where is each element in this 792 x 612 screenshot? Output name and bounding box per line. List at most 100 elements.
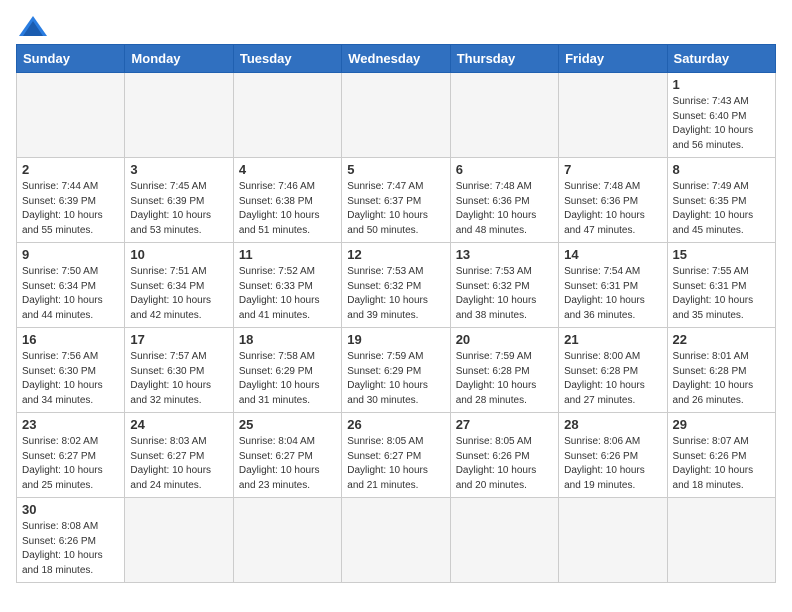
day-number: 8	[673, 162, 770, 177]
calendar-cell: 27Sunrise: 8:05 AM Sunset: 6:26 PM Dayli…	[450, 413, 558, 498]
day-info: Sunrise: 7:59 AM Sunset: 6:28 PM Dayligh…	[456, 350, 553, 408]
calendar-header-saturday: Saturday	[667, 45, 775, 73]
day-number: 16	[22, 332, 119, 347]
day-info: Sunrise: 7:53 AM Sunset: 6:32 PM Dayligh…	[456, 265, 553, 323]
page-header	[16, 16, 776, 36]
day-info: Sunrise: 7:49 AM Sunset: 6:35 PM Dayligh…	[673, 180, 770, 238]
calendar-cell: 30 Sunrise: 8:08 AM Sunset: 6:26 PM Dayli…	[17, 498, 125, 583]
calendar-cell: 19 Sunrise: 7:59 AM Sunset: 6:29 PM Dayli…	[342, 328, 450, 413]
day-number: 4	[239, 162, 336, 177]
day-number: 11	[239, 247, 336, 262]
calendar-week-row: 9 Sunrise: 7:50 AM Sunset: 6:34 PM Daylig…	[17, 243, 776, 328]
day-info: Sunrise: 7:50 AM Sunset: 6:34 PM Dayligh…	[22, 265, 119, 323]
calendar-cell: 2 Sunrise: 7:44 AM Sunset: 6:39 PM Daylig…	[17, 158, 125, 243]
day-number: 7	[564, 162, 661, 177]
calendar-cell: 23 Sunrise: 8:02 AM Sunset: 6:27 PM Dayli…	[17, 413, 125, 498]
day-number: 25	[239, 417, 336, 432]
calendar-cell: 17Sunrise: 7:57 AM Sunset: 6:30 PM Dayli…	[125, 328, 233, 413]
calendar-week-row: 2 Sunrise: 7:44 AM Sunset: 6:39 PM Daylig…	[17, 158, 776, 243]
calendar-cell: 12 Sunrise: 7:53 AM Sunset: 6:32 PM Dayli…	[342, 243, 450, 328]
calendar-week-row: 1 Sunrise: 7:43 AM Sunset: 6:40 PM Daylig…	[17, 73, 776, 158]
calendar-cell	[125, 73, 233, 158]
calendar-cell	[233, 73, 341, 158]
calendar-cell: 11Sunrise: 7:52 AM Sunset: 6:33 PM Dayli…	[233, 243, 341, 328]
calendar-week-row: 30 Sunrise: 8:08 AM Sunset: 6:26 PM Dayli…	[17, 498, 776, 583]
calendar-cell: 21Sunrise: 8:00 AM Sunset: 6:28 PM Dayli…	[559, 328, 667, 413]
day-info: Sunrise: 8:08 AM Sunset: 6:26 PM Dayligh…	[22, 520, 119, 578]
day-info: Sunrise: 8:05 AM Sunset: 6:27 PM Dayligh…	[347, 435, 444, 493]
calendar-header-friday: Friday	[559, 45, 667, 73]
calendar-cell: 7 Sunrise: 7:48 AM Sunset: 6:36 PM Daylig…	[559, 158, 667, 243]
logo-icon	[19, 16, 47, 36]
day-info: Sunrise: 7:59 AM Sunset: 6:29 PM Dayligh…	[347, 350, 444, 408]
calendar-header-monday: Monday	[125, 45, 233, 73]
day-info: Sunrise: 8:02 AM Sunset: 6:27 PM Dayligh…	[22, 435, 119, 493]
day-number: 9	[22, 247, 119, 262]
day-number: 5	[347, 162, 444, 177]
day-number: 19	[347, 332, 444, 347]
day-info: Sunrise: 7:57 AM Sunset: 6:30 PM Dayligh…	[130, 350, 227, 408]
day-number: 12	[347, 247, 444, 262]
day-info: Sunrise: 7:43 AM Sunset: 6:40 PM Dayligh…	[673, 95, 770, 153]
day-info: Sunrise: 7:56 AM Sunset: 6:30 PM Dayligh…	[22, 350, 119, 408]
day-number: 30	[22, 502, 119, 517]
calendar-cell: 10Sunrise: 7:51 AM Sunset: 6:34 PM Dayli…	[125, 243, 233, 328]
day-number: 29	[673, 417, 770, 432]
day-info: Sunrise: 7:45 AM Sunset: 6:39 PM Dayligh…	[130, 180, 227, 238]
calendar-cell	[342, 73, 450, 158]
day-number: 20	[456, 332, 553, 347]
calendar-cell: 18 Sunrise: 7:58 AM Sunset: 6:29 PM Dayli…	[233, 328, 341, 413]
calendar-cell: 1 Sunrise: 7:43 AM Sunset: 6:40 PM Daylig…	[667, 73, 775, 158]
calendar-cell	[667, 498, 775, 583]
day-info: Sunrise: 8:03 AM Sunset: 6:27 PM Dayligh…	[130, 435, 227, 493]
day-info: Sunrise: 8:06 AM Sunset: 6:26 PM Dayligh…	[564, 435, 661, 493]
calendar-cell: 22 Sunrise: 8:01 AM Sunset: 6:28 PM Dayli…	[667, 328, 775, 413]
calendar-cell: 8 Sunrise: 7:49 AM Sunset: 6:35 PM Daylig…	[667, 158, 775, 243]
calendar-cell	[450, 73, 558, 158]
day-number: 15	[673, 247, 770, 262]
calendar-cell: 5Sunrise: 7:47 AM Sunset: 6:37 PM Daylig…	[342, 158, 450, 243]
day-info: Sunrise: 8:01 AM Sunset: 6:28 PM Dayligh…	[673, 350, 770, 408]
calendar-cell	[342, 498, 450, 583]
calendar-cell	[125, 498, 233, 583]
day-number: 24	[130, 417, 227, 432]
calendar-header-row: SundayMondayTuesdayWednesdayThursdayFrid…	[17, 45, 776, 73]
day-number: 21	[564, 332, 661, 347]
calendar-header-thursday: Thursday	[450, 45, 558, 73]
day-number: 13	[456, 247, 553, 262]
calendar-cell	[559, 498, 667, 583]
day-number: 3	[130, 162, 227, 177]
day-info: Sunrise: 7:51 AM Sunset: 6:34 PM Dayligh…	[130, 265, 227, 323]
day-number: 23	[22, 417, 119, 432]
day-info: Sunrise: 7:44 AM Sunset: 6:39 PM Dayligh…	[22, 180, 119, 238]
day-number: 26	[347, 417, 444, 432]
calendar-cell	[559, 73, 667, 158]
day-number: 22	[673, 332, 770, 347]
calendar-cell: 26 Sunrise: 8:05 AM Sunset: 6:27 PM Dayli…	[342, 413, 450, 498]
day-info: Sunrise: 8:05 AM Sunset: 6:26 PM Dayligh…	[456, 435, 553, 493]
calendar-table: SundayMondayTuesdayWednesdayThursdayFrid…	[16, 44, 776, 583]
day-number: 6	[456, 162, 553, 177]
calendar-cell: 3 Sunrise: 7:45 AM Sunset: 6:39 PM Daylig…	[125, 158, 233, 243]
calendar-cell: 29 Sunrise: 8:07 AM Sunset: 6:26 PM Dayli…	[667, 413, 775, 498]
day-info: Sunrise: 7:53 AM Sunset: 6:32 PM Dayligh…	[347, 265, 444, 323]
day-number: 1	[673, 77, 770, 92]
day-info: Sunrise: 7:54 AM Sunset: 6:31 PM Dayligh…	[564, 265, 661, 323]
day-number: 18	[239, 332, 336, 347]
calendar-week-row: 16 Sunrise: 7:56 AM Sunset: 6:30 PM Dayli…	[17, 328, 776, 413]
calendar-week-row: 23 Sunrise: 8:02 AM Sunset: 6:27 PM Dayli…	[17, 413, 776, 498]
day-info: Sunrise: 7:46 AM Sunset: 6:38 PM Dayligh…	[239, 180, 336, 238]
calendar-cell: 14 Sunrise: 7:54 AM Sunset: 6:31 PM Dayli…	[559, 243, 667, 328]
calendar-cell: 16 Sunrise: 7:56 AM Sunset: 6:30 PM Dayli…	[17, 328, 125, 413]
day-number: 14	[564, 247, 661, 262]
day-number: 2	[22, 162, 119, 177]
calendar-cell: 13 Sunrise: 7:53 AM Sunset: 6:32 PM Dayli…	[450, 243, 558, 328]
day-info: Sunrise: 8:07 AM Sunset: 6:26 PM Dayligh…	[673, 435, 770, 493]
calendar-cell: 6 Sunrise: 7:48 AM Sunset: 6:36 PM Daylig…	[450, 158, 558, 243]
calendar-header-wednesday: Wednesday	[342, 45, 450, 73]
calendar-cell: 28Sunrise: 8:06 AM Sunset: 6:26 PM Dayli…	[559, 413, 667, 498]
day-info: Sunrise: 7:58 AM Sunset: 6:29 PM Dayligh…	[239, 350, 336, 408]
calendar-cell	[17, 73, 125, 158]
day-info: Sunrise: 7:48 AM Sunset: 6:36 PM Dayligh…	[456, 180, 553, 238]
day-info: Sunrise: 7:48 AM Sunset: 6:36 PM Dayligh…	[564, 180, 661, 238]
